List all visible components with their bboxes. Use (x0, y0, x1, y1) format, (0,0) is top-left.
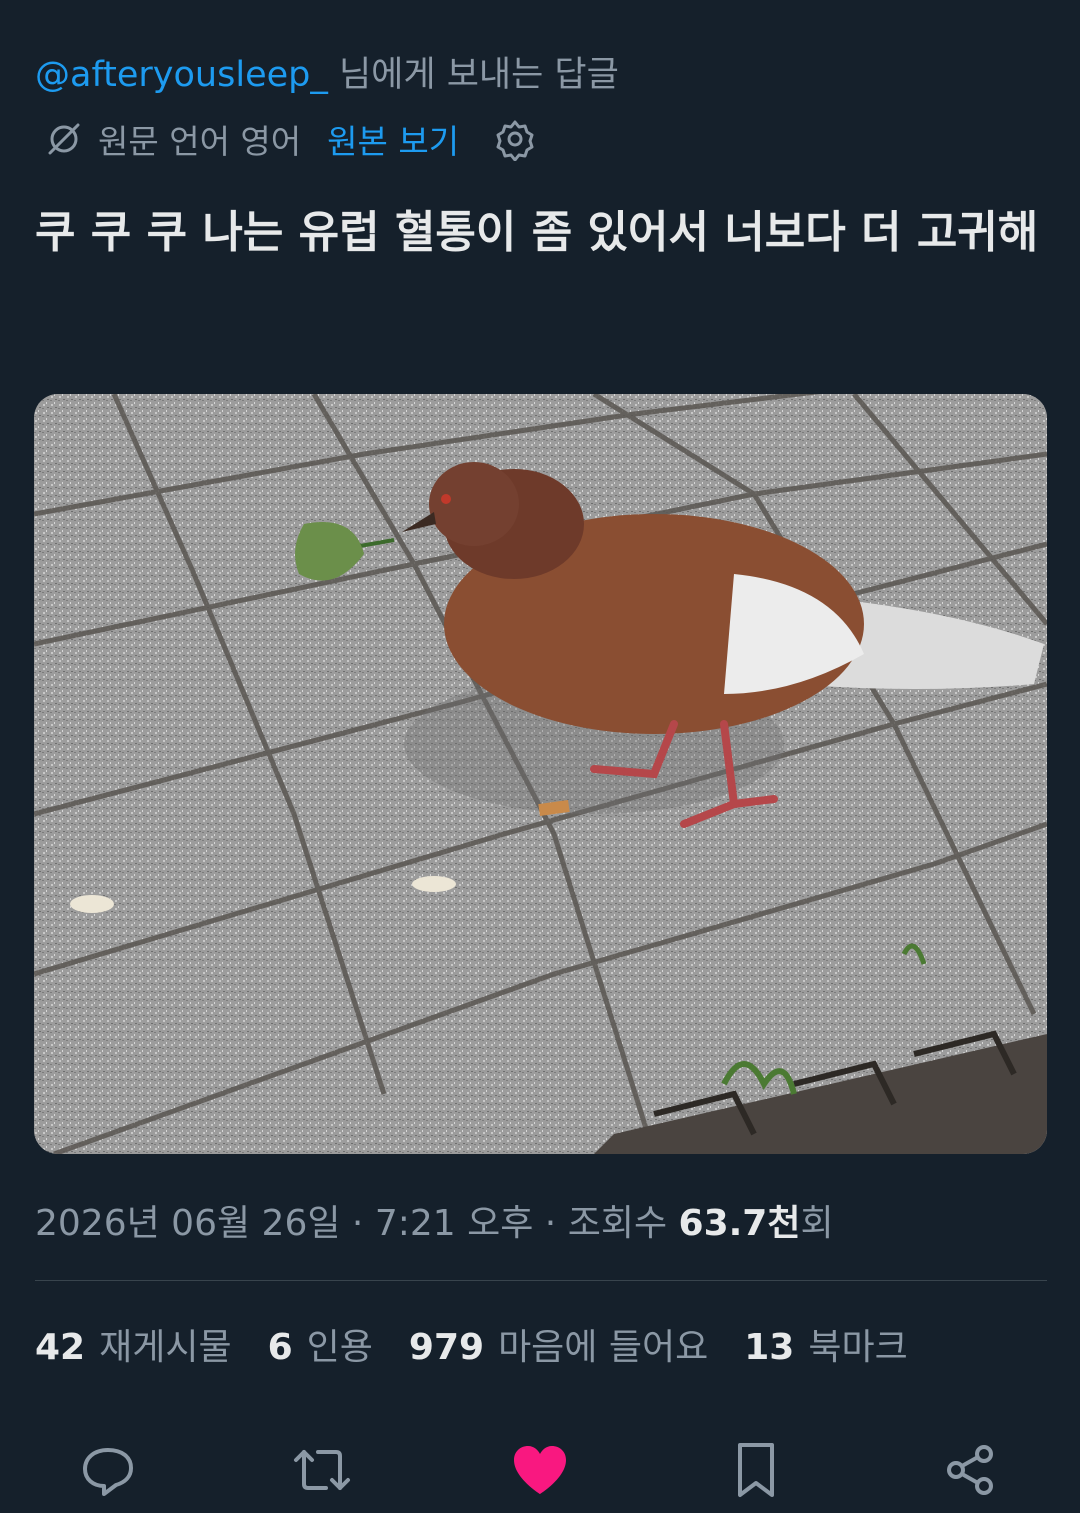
divider (35, 1280, 1047, 1281)
quotes-label: 인용 (306, 1327, 373, 1368)
reply-button[interactable] (78, 1440, 138, 1500)
views-count: 63.7천 (678, 1203, 801, 1244)
reply-handle-link[interactable]: @afteryousleep_ (35, 55, 328, 95)
likes-label: 마음에 들어요 (498, 1327, 709, 1368)
bookmark-button[interactable] (726, 1440, 786, 1500)
tweet-text: 쿠 쿠 쿠 나는 유럽 혈통이 좀 있어서 너보다 더 고귀해 (35, 207, 1039, 258)
like-button[interactable] (510, 1440, 570, 1500)
heart-icon (514, 1446, 566, 1494)
tweet-metadata: 2026년 06월 26일 · 7:21 오후 · 조회수 63.7천회 (35, 1194, 834, 1246)
share-icon (947, 1445, 993, 1495)
engagement-stats: 42 재게시물 6 인용 979 마음에 들어요 13 북마크 (35, 1318, 944, 1370)
reposts-stat[interactable]: 42 재게시물 (35, 1318, 232, 1370)
bookmarks-count: 13 (744, 1327, 795, 1368)
views-label: 조회수 (567, 1203, 679, 1244)
tweet-date: 2026년 06월 26일 (35, 1203, 341, 1244)
quotes-stat[interactable]: 6 인용 (268, 1318, 373, 1370)
translation-bar: 원문 언어 영어 원본 보기 (44, 114, 537, 164)
gear-icon[interactable] (493, 117, 537, 161)
reply-context: @afteryousleep_ 님에게 보내는 답글 (35, 46, 619, 97)
tweet-time: 7:21 오후 (374, 1203, 534, 1244)
reposts-label: 재게시물 (99, 1327, 232, 1368)
views-suffix: 회 (800, 1203, 834, 1244)
reposts-count: 42 (35, 1327, 86, 1368)
action-bar (0, 1440, 1080, 1510)
share-button[interactable] (940, 1440, 1000, 1500)
bookmarks-label: 북마크 (808, 1327, 908, 1368)
repost-button[interactable] (292, 1440, 352, 1500)
tweet-photo[interactable] (34, 394, 1047, 1154)
pigeon-photo (34, 394, 1047, 1154)
repost-icon (294, 1450, 350, 1490)
meta-separator: · (340, 1203, 375, 1244)
tweet-detail: @afteryousleep_ 님에게 보내는 답글 원문 언어 영어 원본 보… (0, 0, 1080, 1513)
translate-off-icon (48, 123, 80, 155)
likes-count: 979 (408, 1327, 485, 1368)
quotes-count: 6 (267, 1327, 293, 1368)
meta-separator: · (533, 1203, 568, 1244)
reply-suffix: 님에게 보내는 답글 (327, 55, 619, 95)
likes-stat[interactable]: 979 마음에 들어요 (409, 1318, 708, 1370)
bookmark-icon (738, 1443, 774, 1497)
show-original-button[interactable]: 원본 보기 (327, 115, 459, 163)
bookmarks-stat[interactable]: 13 북마크 (744, 1318, 907, 1370)
reply-icon (83, 1448, 133, 1496)
translation-note: 원문 언어 영어 (98, 122, 302, 161)
